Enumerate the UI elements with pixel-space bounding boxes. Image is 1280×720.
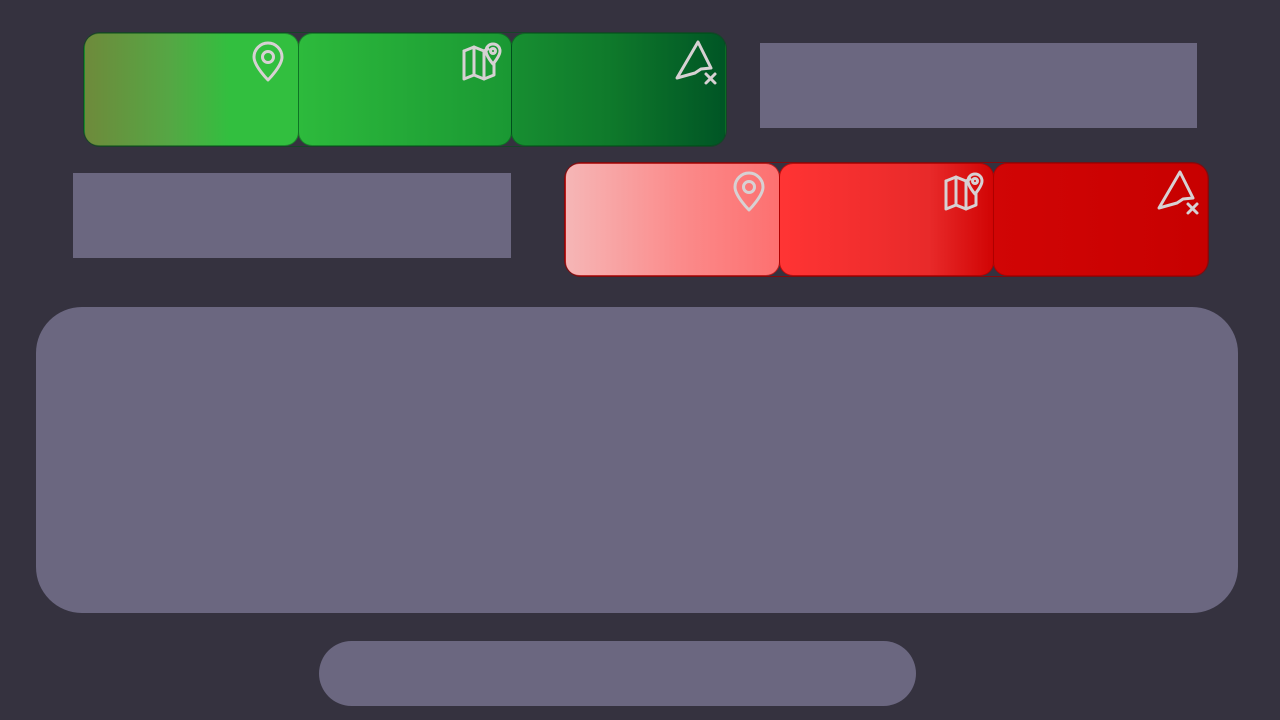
red-map-pin-button[interactable] (565, 163, 780, 276)
red-navigation-off-button[interactable] (993, 163, 1208, 276)
page (0, 0, 1280, 720)
map-pin-icon (725, 168, 773, 216)
green-navigation-off-button[interactable] (511, 33, 726, 146)
red-map-marker-button[interactable] (779, 163, 994, 276)
red-location-action-group (565, 163, 1208, 276)
map-marker-icon (939, 168, 987, 216)
navigation-off-icon (671, 38, 719, 86)
green-map-pin-button[interactable] (84, 33, 299, 146)
map-pin-icon (244, 38, 292, 86)
top-right-panel (760, 43, 1197, 128)
mid-left-panel (73, 173, 511, 258)
bottom-pill-panel (319, 641, 916, 706)
green-map-marker-button[interactable] (297, 33, 513, 146)
map-marker-icon (457, 38, 505, 86)
green-location-action-group (84, 33, 726, 146)
main-content-panel (36, 307, 1238, 613)
navigation-off-icon (1153, 168, 1201, 216)
